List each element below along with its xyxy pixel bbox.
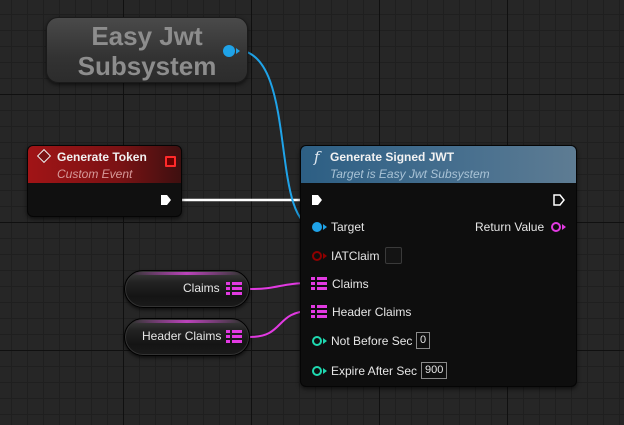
return-value-pin[interactable] bbox=[551, 222, 561, 232]
return-value-arrow-icon bbox=[562, 224, 566, 230]
function-node-title: Generate Signed JWT bbox=[330, 150, 455, 164]
event-node-title: Generate Token bbox=[57, 150, 147, 164]
claims-map-pin-icon[interactable] bbox=[311, 277, 327, 291]
target-pin-row[interactable]: Target Return Value bbox=[301, 218, 576, 236]
header-claims-pin-label: Header Claims bbox=[332, 305, 412, 319]
iat-claim-arrow-icon bbox=[323, 253, 327, 259]
expire-after-sec-pin[interactable] bbox=[312, 366, 322, 376]
function-icon: f bbox=[314, 148, 320, 166]
claims-variable-label: Claims bbox=[183, 281, 220, 295]
iat-claim-checkbox[interactable] bbox=[385, 247, 402, 264]
header-claims-variable-map-pin-icon[interactable] bbox=[226, 330, 242, 344]
function-exec-output-pin[interactable] bbox=[553, 194, 565, 206]
not-before-sec-pin-label: Not Before Sec bbox=[331, 334, 413, 348]
claims-pin-label: Claims bbox=[332, 277, 369, 291]
generate-signed-jwt-node[interactable]: f Generate Signed JWT Target is Easy Jwt… bbox=[300, 145, 577, 387]
header-claims-map-pin-icon[interactable] bbox=[311, 305, 327, 319]
event-node-subtitle: Custom Event bbox=[57, 167, 133, 181]
target-pin[interactable] bbox=[312, 222, 322, 232]
header-claims-variable-node[interactable]: Header Claims bbox=[124, 318, 250, 356]
event-exec-output-pin[interactable] bbox=[160, 194, 172, 206]
function-node-subtitle: Target is Easy Jwt Subsystem bbox=[330, 167, 490, 181]
not-before-sec-pin-row[interactable]: Not Before Sec 0 bbox=[301, 332, 576, 350]
subsystem-output-arrow-icon bbox=[236, 48, 240, 54]
expire-after-sec-pin-label: Expire After Sec bbox=[331, 364, 418, 378]
event-delegate-pin[interactable] bbox=[165, 156, 176, 167]
function-node-header: f Generate Signed JWT Target is Easy Jwt… bbox=[301, 146, 576, 183]
claims-variable-map-pin-icon[interactable] bbox=[226, 282, 242, 296]
header-claims-variable-label: Header Claims bbox=[142, 329, 222, 343]
iat-claim-pin-row[interactable]: IATClaim bbox=[301, 247, 576, 265]
not-before-sec-arrow-icon bbox=[323, 338, 327, 344]
target-pin-arrow-icon bbox=[323, 224, 327, 230]
iat-claim-pin-label: IATClaim bbox=[331, 249, 380, 263]
subsystem-title-line2: Subsystem bbox=[77, 51, 217, 81]
return-value-pin-label: Return Value bbox=[475, 220, 545, 234]
target-pin-label: Target bbox=[331, 220, 365, 234]
not-before-sec-input[interactable]: 0 bbox=[416, 332, 431, 349]
claims-pin-row[interactable]: Claims bbox=[301, 275, 576, 293]
header-claims-pin-row[interactable]: Header Claims bbox=[301, 303, 576, 321]
easy-jwt-subsystem-node[interactable]: Easy Jwt Subsystem bbox=[46, 17, 248, 83]
expire-after-sec-input[interactable]: 900 bbox=[421, 362, 448, 379]
iat-claim-pin[interactable] bbox=[312, 251, 322, 261]
event-diamond-icon bbox=[36, 148, 52, 164]
subsystem-output-pin[interactable] bbox=[223, 45, 235, 57]
function-exec-input-pin[interactable] bbox=[311, 194, 323, 206]
event-node-header: Generate Token Custom Event bbox=[28, 146, 181, 183]
claims-variable-node[interactable]: Claims bbox=[124, 270, 250, 308]
subsystem-node-title: Easy Jwt Subsystem bbox=[47, 21, 247, 81]
not-before-sec-pin[interactable] bbox=[312, 336, 322, 346]
subsystem-title-line1: Easy Jwt bbox=[91, 21, 203, 51]
expire-after-sec-pin-row[interactable]: Expire After Sec 900 bbox=[301, 362, 576, 380]
generate-token-event-node[interactable]: Generate Token Custom Event bbox=[27, 145, 182, 217]
expire-after-sec-arrow-icon bbox=[323, 368, 327, 374]
